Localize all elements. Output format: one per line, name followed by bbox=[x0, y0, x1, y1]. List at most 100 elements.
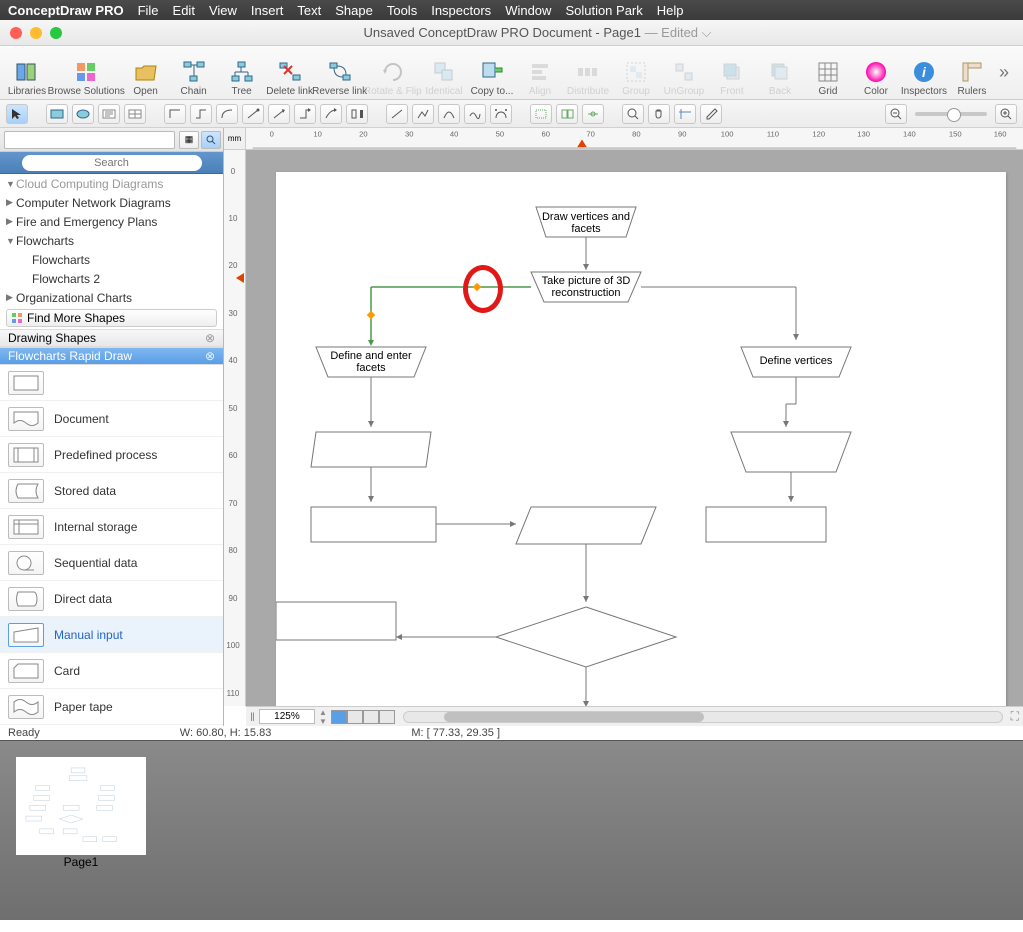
guides-tool-icon[interactable] bbox=[674, 104, 696, 124]
front-button: Front bbox=[711, 49, 753, 97]
svg-text:30: 30 bbox=[229, 309, 238, 318]
tree-flowcharts-1[interactable]: Flowcharts bbox=[0, 250, 223, 269]
maximize-icon[interactable] bbox=[50, 27, 62, 39]
rulers-button[interactable]: Rulers bbox=[951, 49, 993, 97]
tree-fire-emergency[interactable]: ▶Fire and Emergency Plans bbox=[0, 212, 223, 231]
rectangle-tool-icon[interactable] bbox=[46, 104, 68, 124]
zoom-stepper-icon[interactable]: ▲▼ bbox=[319, 708, 327, 726]
connector-tool-7-icon[interactable] bbox=[320, 104, 342, 124]
chevron-down-icon[interactable]: ⌵ bbox=[702, 25, 712, 40]
tree-flowcharts-2[interactable]: Flowcharts 2 bbox=[0, 269, 223, 288]
connector-tool-6-icon[interactable] bbox=[294, 104, 316, 124]
zoom-slider[interactable] bbox=[915, 112, 987, 116]
connector-tool-2-icon[interactable] bbox=[190, 104, 212, 124]
shape-item-manual-input[interactable]: Manual input bbox=[0, 617, 223, 653]
reverse-link-button[interactable]: Reverse link bbox=[317, 49, 363, 97]
horizontal-ruler[interactable]: 0102030405060708090100110120130140150160 bbox=[246, 128, 1023, 150]
menu-edit[interactable]: Edit bbox=[173, 3, 195, 18]
spline-tool-icon[interactable] bbox=[464, 104, 486, 124]
pointer-tool-icon[interactable] bbox=[6, 104, 28, 124]
menu-solution-park[interactable]: Solution Park bbox=[565, 3, 642, 18]
snap-tool-2-icon[interactable] bbox=[556, 104, 578, 124]
text-tool-icon[interactable] bbox=[98, 104, 120, 124]
shape-item-sequential[interactable]: Sequential data bbox=[0, 545, 223, 581]
library-selector[interactable] bbox=[4, 131, 175, 149]
snap-tool-3-icon[interactable] bbox=[582, 104, 604, 124]
find-more-shapes-button[interactable]: Find More Shapes bbox=[6, 309, 217, 327]
shape-item-document[interactable]: Document bbox=[0, 401, 223, 437]
shape-item-card[interactable]: Card bbox=[0, 653, 223, 689]
connector-tool-5-icon[interactable] bbox=[268, 104, 290, 124]
menu-view[interactable]: View bbox=[209, 3, 237, 18]
menu-insert[interactable]: Insert bbox=[251, 3, 284, 18]
shape-item-generic[interactable] bbox=[0, 365, 223, 401]
grid-button[interactable]: Grid bbox=[807, 49, 849, 97]
eyedropper-tool-icon[interactable] bbox=[700, 104, 722, 124]
zoom-in-icon[interactable] bbox=[995, 104, 1017, 124]
connector-tool-1-icon[interactable] bbox=[164, 104, 186, 124]
delete-link-button[interactable]: Delete link bbox=[269, 49, 311, 97]
view-mode-switcher[interactable] bbox=[331, 710, 395, 724]
open-button[interactable]: Open bbox=[125, 49, 167, 97]
polyline-tool-icon[interactable] bbox=[412, 104, 434, 124]
category-drawing-shapes[interactable]: Drawing Shapes⊗ bbox=[0, 329, 223, 347]
shape-item-direct[interactable]: Direct data bbox=[0, 581, 223, 617]
tree-flowcharts[interactable]: ▼Flowcharts bbox=[0, 231, 223, 250]
canvas-scroll[interactable]: Draw vertices and facets Take picture of… bbox=[246, 150, 1023, 706]
bezier-tool-icon[interactable] bbox=[490, 104, 512, 124]
zoom-out-icon[interactable] bbox=[885, 104, 907, 124]
grid-view-icon[interactable]: ▦ bbox=[179, 131, 199, 149]
tree-cloud-computing[interactable]: ▼Cloud Computing Diagrams bbox=[0, 174, 223, 193]
color-button[interactable]: Color bbox=[855, 49, 897, 97]
search-view-icon[interactable] bbox=[201, 131, 221, 149]
arc-tool-icon[interactable] bbox=[438, 104, 460, 124]
close-icon[interactable]: ⊗ bbox=[205, 349, 215, 363]
inspectors-button[interactable]: iInspectors bbox=[903, 49, 945, 97]
menu-text[interactable]: Text bbox=[297, 3, 321, 18]
snap-tool-1-icon[interactable] bbox=[530, 104, 552, 124]
tree-org-charts[interactable]: ▶Organizational Charts bbox=[0, 288, 223, 307]
menu-help[interactable]: Help bbox=[657, 3, 684, 18]
close-icon[interactable]: ⊗ bbox=[205, 331, 215, 345]
tree-button[interactable]: Tree bbox=[221, 49, 263, 97]
close-icon[interactable] bbox=[10, 27, 22, 39]
copy-to-button[interactable]: Copy to... bbox=[471, 49, 513, 97]
line-tool-icon[interactable] bbox=[386, 104, 408, 124]
libraries-button[interactable]: Libraries bbox=[6, 49, 48, 97]
browse-solutions-button[interactable]: Browse Solutions bbox=[54, 49, 119, 97]
search-input[interactable] bbox=[22, 155, 202, 171]
shape-item-display[interactable]: Display bbox=[0, 725, 223, 726]
menu-inspectors[interactable]: Inspectors bbox=[431, 3, 491, 18]
shape-item-papertape[interactable]: Paper tape bbox=[0, 689, 223, 725]
shape-item-stored[interactable]: Stored data bbox=[0, 473, 223, 509]
chain-button[interactable]: Chain bbox=[173, 49, 215, 97]
menu-window[interactable]: Window bbox=[505, 3, 551, 18]
zoom-tool-icon[interactable] bbox=[622, 104, 644, 124]
toolbar-overflow-icon[interactable]: » bbox=[999, 62, 1017, 83]
bottom-scroll-bar: ‖ 125% ▲▼ ⛶ bbox=[246, 706, 1023, 726]
connector-tool-3-icon[interactable] bbox=[216, 104, 238, 124]
ellipse-tool-icon[interactable] bbox=[72, 104, 94, 124]
collapse-icon[interactable]: ‖ bbox=[250, 710, 255, 724]
fit-page-icon[interactable]: ⛶ bbox=[1011, 709, 1019, 724]
shape-item-internal[interactable]: Internal storage bbox=[0, 509, 223, 545]
menu-tools[interactable]: Tools bbox=[387, 3, 417, 18]
page-thumbnail-label[interactable]: Page1 bbox=[64, 855, 99, 869]
page-thumbnail-1[interactable] bbox=[16, 757, 146, 855]
connector-tool-8-icon[interactable] bbox=[346, 104, 368, 124]
minimize-icon[interactable] bbox=[30, 27, 42, 39]
back-button: Back bbox=[759, 49, 801, 97]
horizontal-scrollbar[interactable] bbox=[403, 711, 1003, 723]
category-flowcharts-rapid[interactable]: Flowcharts Rapid Draw⊗ bbox=[0, 347, 223, 365]
shape-item-predefined[interactable]: Predefined process bbox=[0, 437, 223, 473]
menu-shape[interactable]: Shape bbox=[335, 3, 373, 18]
connector-tool-4-icon[interactable] bbox=[242, 104, 264, 124]
menu-file[interactable]: File bbox=[138, 3, 159, 18]
pan-tool-icon[interactable] bbox=[648, 104, 670, 124]
tree-computer-network[interactable]: ▶Computer Network Diagrams bbox=[0, 193, 223, 212]
vertical-ruler[interactable]: 0102030405060708090100110 bbox=[224, 150, 246, 706]
drawing-page[interactable]: Draw vertices and facets Take picture of… bbox=[276, 172, 1006, 706]
table-tool-icon[interactable] bbox=[124, 104, 146, 124]
svg-text:30: 30 bbox=[405, 130, 413, 139]
zoom-level[interactable]: 125% bbox=[259, 709, 315, 724]
